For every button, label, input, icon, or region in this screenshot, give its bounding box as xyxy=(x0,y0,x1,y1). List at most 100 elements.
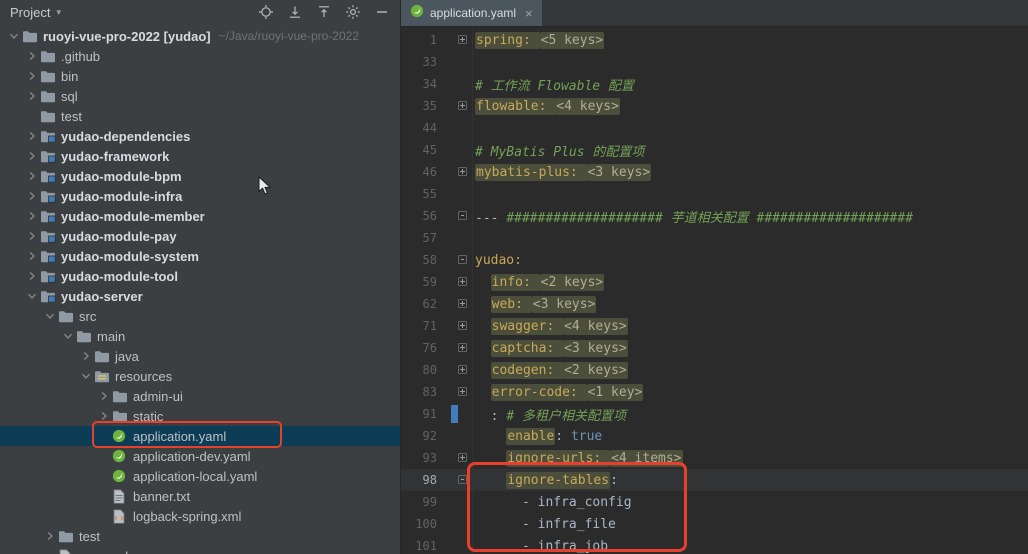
code-text: captcha: <3 keys> xyxy=(475,341,628,356)
tree-item-application-yaml[interactable]: application.yaml xyxy=(0,426,400,446)
editor-line-91[interactable]: 91 : # 多租户相关配置项 xyxy=(401,403,1028,425)
chevron-expanded-icon[interactable] xyxy=(42,308,58,324)
chevron-collapsed-icon[interactable] xyxy=(24,188,40,204)
tree-item-yudao-module-bpm[interactable]: yudao-module-bpm xyxy=(0,166,400,186)
tree-item-banner-txt[interactable]: banner.txt xyxy=(0,486,400,506)
editor-line-62[interactable]: 62 web: <3 keys> xyxy=(401,293,1028,315)
chevron-collapsed-icon[interactable] xyxy=(24,48,40,64)
fold-expand-icon[interactable] xyxy=(458,387,467,396)
tree-item-yudao-server[interactable]: yudao-server xyxy=(0,286,400,306)
editor-line-34[interactable]: 34# 工作流 Flowable 配置 xyxy=(401,73,1028,95)
editor-line-80[interactable]: 80 codegen: <2 keys> xyxy=(401,359,1028,381)
tree-item-yudao-module-system[interactable]: yudao-module-system xyxy=(0,246,400,266)
tree-item-sql[interactable]: sql xyxy=(0,86,400,106)
chevron-collapsed-icon[interactable] xyxy=(24,228,40,244)
chevron-expanded-icon[interactable] xyxy=(6,28,22,44)
editor-line-46[interactable]: 46mybatis-plus: <3 keys> xyxy=(401,161,1028,183)
tree-item-main[interactable]: main xyxy=(0,326,400,346)
tree-item-resources[interactable]: resources xyxy=(0,366,400,386)
tree-item-java[interactable]: java xyxy=(0,346,400,366)
editor-line-93[interactable]: 93 ignore-urls: <4 items> xyxy=(401,447,1028,469)
chevron-expanded-icon[interactable] xyxy=(24,288,40,304)
fold-expand-icon[interactable] xyxy=(458,101,467,110)
settings-icon[interactable] xyxy=(345,4,361,20)
editor-line-59[interactable]: 59 info: <2 keys> xyxy=(401,271,1028,293)
tree-item-test-2[interactable]: test xyxy=(0,526,400,546)
fold-expand-icon[interactable] xyxy=(458,321,467,330)
chevron-collapsed-icon[interactable] xyxy=(42,528,58,544)
tab-application-yaml[interactable]: application.yaml × xyxy=(401,0,542,26)
chevron-collapsed-icon[interactable] xyxy=(24,68,40,84)
chevron-collapsed-icon[interactable] xyxy=(24,268,40,284)
collapse-all-icon[interactable] xyxy=(287,4,303,20)
editor-line-55[interactable]: 55 xyxy=(401,183,1028,205)
editor-line-92[interactable]: 92 enable: true xyxy=(401,425,1028,447)
tree-item-label: application-dev.yaml xyxy=(133,449,251,464)
editor-line-58[interactable]: 58yudao: xyxy=(401,249,1028,271)
chevron-expanded-icon[interactable] xyxy=(60,328,76,344)
fold-expand-icon[interactable] xyxy=(458,35,467,44)
tree-item-test[interactable]: test xyxy=(0,106,400,126)
gutter-fold-column xyxy=(443,403,473,425)
editor-line-57[interactable]: 57 xyxy=(401,227,1028,249)
chevron-collapsed-icon[interactable] xyxy=(24,248,40,264)
chevron-collapsed-icon[interactable] xyxy=(24,148,40,164)
tree-item-application-dev-yaml[interactable]: application-dev.yaml xyxy=(0,446,400,466)
editor-line-1[interactable]: 1spring: <5 keys> xyxy=(401,29,1028,51)
expand-all-icon[interactable] xyxy=(316,4,332,20)
fold-collapse-icon[interactable] xyxy=(458,255,467,264)
editor-line-71[interactable]: 71 swagger: <4 keys> xyxy=(401,315,1028,337)
chevron-spacer xyxy=(96,448,112,464)
fold-expand-icon[interactable] xyxy=(458,299,467,308)
tree-item-admin-ui[interactable]: admin-ui xyxy=(0,386,400,406)
tree-item-yudao-dependencies[interactable]: yudao-dependencies xyxy=(0,126,400,146)
gutter-fold-column xyxy=(443,513,473,535)
tree-item-github[interactable]: .github xyxy=(0,46,400,66)
folder-icon xyxy=(40,88,59,104)
fold-expand-icon[interactable] xyxy=(458,167,467,176)
editor-line-76[interactable]: 76 captcha: <3 keys> xyxy=(401,337,1028,359)
chevron-collapsed-icon[interactable] xyxy=(78,348,94,364)
editor-line-35[interactable]: 35flowable: <4 keys> xyxy=(401,95,1028,117)
tree-item-bin[interactable]: bin xyxy=(0,66,400,86)
tree-item-yudao-module-pay[interactable]: yudao-module-pay xyxy=(0,226,400,246)
editor-line-100[interactable]: 100 - infra_file xyxy=(401,513,1028,535)
project-view-selector[interactable]: Project ▾ xyxy=(10,5,61,20)
editor-line-83[interactable]: 83 error-code: <1 key> xyxy=(401,381,1028,403)
editor-line-33[interactable]: 33 xyxy=(401,51,1028,73)
chevron-collapsed-icon[interactable] xyxy=(24,208,40,224)
fold-expand-icon[interactable] xyxy=(458,453,467,462)
fold-collapse-icon[interactable] xyxy=(458,211,467,220)
tree-item-yudao-module-tool[interactable]: yudao-module-tool xyxy=(0,266,400,286)
fold-collapse-icon[interactable] xyxy=(458,475,467,484)
editor-line-101[interactable]: 101 - infra_job xyxy=(401,535,1028,554)
chevron-spacer xyxy=(42,548,58,554)
tree-item-ruoyi-vue-pro-2022-yudao[interactable]: ruoyi-vue-pro-2022 [yudao]~/Java/ruoyi-v… xyxy=(0,26,400,46)
fold-expand-icon[interactable] xyxy=(458,277,467,286)
chevron-collapsed-icon[interactable] xyxy=(24,168,40,184)
chevron-expanded-icon[interactable] xyxy=(78,368,94,384)
gutter-fold-column xyxy=(443,139,473,161)
close-icon[interactable]: × xyxy=(525,6,533,21)
tree-item-yudao-module-infra[interactable]: yudao-module-infra xyxy=(0,186,400,206)
editor-line-45[interactable]: 45# MyBatis Plus 的配置项 xyxy=(401,139,1028,161)
tree-item-logback-spring-xml[interactable]: logback-spring.xml xyxy=(0,506,400,526)
fold-expand-icon[interactable] xyxy=(458,343,467,352)
chevron-collapsed-icon[interactable] xyxy=(96,388,112,404)
chevron-collapsed-icon[interactable] xyxy=(24,128,40,144)
fold-expand-icon[interactable] xyxy=(458,365,467,374)
chevron-collapsed-icon[interactable] xyxy=(96,408,112,424)
hide-panel-icon[interactable] xyxy=(374,4,390,20)
editor-line-44[interactable]: 44 xyxy=(401,117,1028,139)
tree-item-pom-xml[interactable]: pom.xml xyxy=(0,546,400,554)
editor-line-98[interactable]: 98 ignore-tables: xyxy=(401,469,1028,491)
tree-item-src[interactable]: src xyxy=(0,306,400,326)
tree-item-yudao-module-member[interactable]: yudao-module-member xyxy=(0,206,400,226)
locate-icon[interactable] xyxy=(258,4,274,20)
tree-item-yudao-framework[interactable]: yudao-framework xyxy=(0,146,400,166)
tree-item-application-local-yaml[interactable]: application-local.yaml xyxy=(0,466,400,486)
tree-item-static[interactable]: static xyxy=(0,406,400,426)
editor-line-56[interactable]: 56--- #################### 芋道相关配置 ######… xyxy=(401,205,1028,227)
editor-line-99[interactable]: 99 - infra_config xyxy=(401,491,1028,513)
chevron-collapsed-icon[interactable] xyxy=(24,88,40,104)
